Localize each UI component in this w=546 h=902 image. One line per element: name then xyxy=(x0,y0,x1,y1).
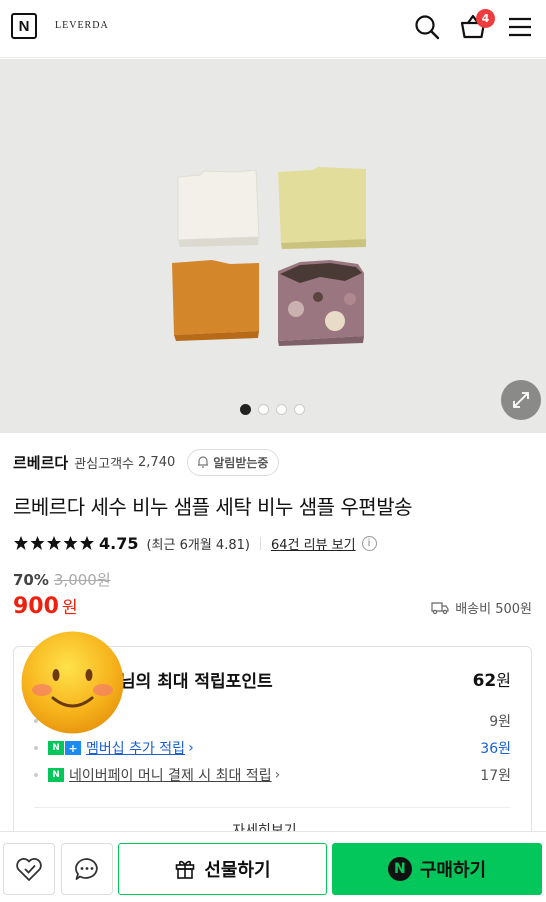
rating-score: 4.75 xyxy=(99,533,139,553)
currency: 원 xyxy=(61,598,78,618)
divider xyxy=(34,807,511,808)
discount-rate: 70% xyxy=(13,570,49,589)
shipping-info[interactable]: 배송비 500원 xyxy=(431,598,532,617)
sale-price: 900 xyxy=(13,594,59,619)
store-row: 르베르다 관심고객수 2,740 알림받는중 xyxy=(13,448,280,476)
follower-count: 2,740 xyxy=(138,454,176,470)
smiley-emoji-icon xyxy=(21,631,124,734)
stars-icon xyxy=(14,536,94,550)
talk-button[interactable] xyxy=(61,843,113,895)
point-line-value: 9원 xyxy=(489,714,511,730)
discount-row: 70% 3,000원 xyxy=(13,569,111,590)
gallery-dot[interactable] xyxy=(239,404,251,415)
point-line-label[interactable]: 네이버페이 머니 결제 시 최대 적립 xyxy=(69,765,272,785)
top-header: N LEVERDA 4 xyxy=(0,0,546,58)
reviews-link[interactable]: 64건 리뷰 보기 xyxy=(271,534,356,553)
point-total-value: 62 xyxy=(472,671,497,691)
point-line-label[interactable]: 멤버십 추가 적립 xyxy=(86,738,185,758)
gift-label: 선물하기 xyxy=(204,860,271,881)
naverpay-icon: N xyxy=(48,768,64,782)
gallery-pagination xyxy=(0,404,545,415)
gallery-dot[interactable] xyxy=(275,404,287,415)
alarm-button[interactable]: 알림받는중 xyxy=(187,448,280,476)
menu-icon[interactable] xyxy=(505,12,535,42)
divider xyxy=(259,536,261,550)
chevron-right-icon: › xyxy=(274,767,281,783)
chevron-right-icon: › xyxy=(188,740,194,756)
point-line-naverpay[interactable]: N 네이버페이 머니 결제 시 최대 적립 › 17원 xyxy=(34,765,511,785)
buy-label: 구매하기 xyxy=(419,860,487,881)
buy-button[interactable]: N 구매하기 xyxy=(332,843,542,895)
original-price: 3,000원 xyxy=(53,571,111,589)
plus-icon: + xyxy=(65,741,81,755)
point-line-value: 17원 xyxy=(480,768,511,784)
info-icon[interactable]: i xyxy=(361,535,377,551)
expand-icon xyxy=(513,392,529,408)
product-image[interactable] xyxy=(0,59,546,433)
soap-photo xyxy=(0,59,546,433)
bottom-action-bar: 선물하기 N 구매하기 xyxy=(0,831,546,902)
truck-icon xyxy=(431,601,449,614)
follower-label: 관심고객수 xyxy=(74,456,135,472)
wishlist-button[interactable] xyxy=(3,843,55,895)
point-line-membership[interactable]: N + 멤버십 추가 적립 › 36원 xyxy=(34,738,511,758)
gift-button[interactable]: 선물하기 xyxy=(118,843,327,895)
naver-logo[interactable]: N xyxy=(11,13,37,39)
bullet xyxy=(34,746,38,750)
gallery-dot[interactable] xyxy=(293,404,305,415)
point-total-unit: 원 xyxy=(496,671,511,690)
alarm-label: 알림받는중 xyxy=(213,455,269,470)
heart-icon xyxy=(16,858,42,881)
search-icon[interactable] xyxy=(412,12,442,42)
chat-bubble-icon xyxy=(75,858,98,880)
bullet xyxy=(34,773,38,777)
gift-icon xyxy=(176,860,195,879)
shipping-fee: 배송비 500원 xyxy=(455,602,532,617)
cart-count-badge: 4 xyxy=(476,9,495,28)
naver-n-icon: N xyxy=(48,741,64,755)
gallery-dot[interactable] xyxy=(257,404,269,415)
star-rating xyxy=(13,535,95,551)
point-total: 62원 xyxy=(473,667,511,691)
expand-button[interactable] xyxy=(501,380,541,420)
store-brand-logo[interactable]: LEVERDA xyxy=(55,20,109,31)
recent-rating: (최근 6개월 4.81) xyxy=(146,537,250,553)
store-name[interactable]: 르베르다 xyxy=(13,452,68,473)
naverpay-logo-icon: N xyxy=(387,857,412,881)
product-title: 르베르다 세수 비누 샘플 세탁 비누 샘플 우편발송 xyxy=(13,495,413,519)
bell-icon xyxy=(198,456,209,468)
point-title: 님의 최대 적립포인트 xyxy=(120,672,273,692)
point-line-value: 36원 xyxy=(480,741,511,757)
price-row: 900 원 xyxy=(13,593,78,619)
rating-row: 4.75 (최근 6개월 4.81) 64건 리뷰 보기 i xyxy=(13,531,377,555)
